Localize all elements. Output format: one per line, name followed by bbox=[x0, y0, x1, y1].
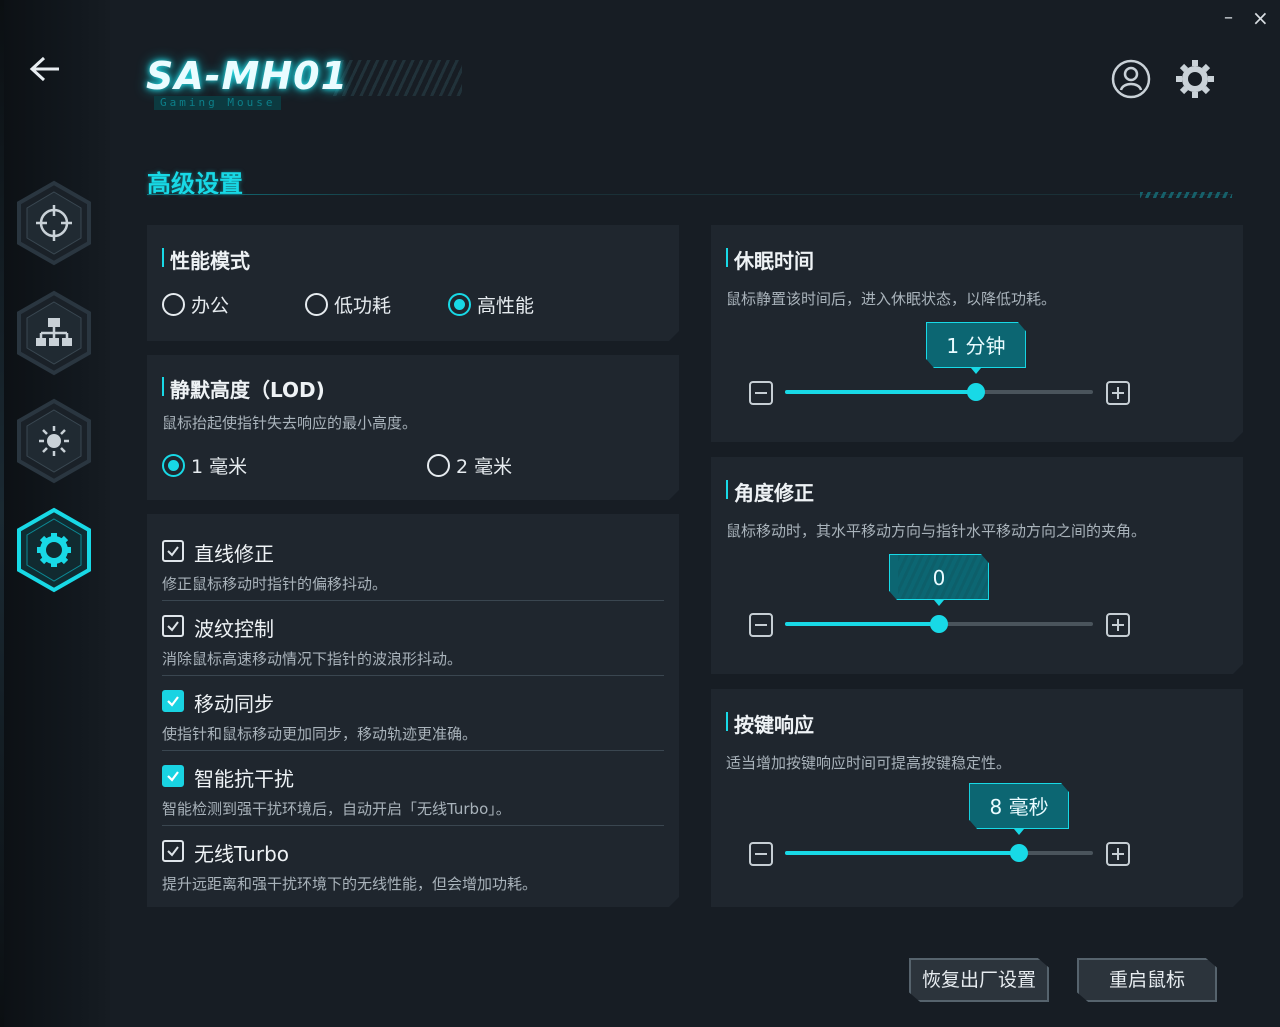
lod-description: 鼠标抬起使指针失去响应的最小高度。 bbox=[162, 414, 418, 432]
user-profile-button[interactable] bbox=[1110, 58, 1152, 100]
brand-title: SA-MH01 bbox=[146, 54, 349, 98]
check-icon bbox=[167, 771, 179, 782]
performance-option-low-power[interactable]: 低功耗 bbox=[305, 291, 391, 317]
sleep-slider[interactable]: 1 分钟 bbox=[785, 322, 1093, 401]
brand-subtitle: Gaming Mouse bbox=[154, 96, 282, 110]
slider-knob[interactable] bbox=[1010, 844, 1029, 862]
key-response-description: 适当增加按键响应时间可提高按键稳定性。 bbox=[726, 754, 1012, 772]
radio-label: 高性能 bbox=[477, 294, 535, 317]
slider-knob[interactable] bbox=[930, 615, 948, 633]
brightness-icon bbox=[17, 398, 91, 484]
toggle-label[interactable]: 智能抗干扰 bbox=[194, 763, 294, 792]
sleep-value-bubble: 1 分钟 bbox=[925, 322, 1026, 368]
title-divider-stripes bbox=[1140, 192, 1232, 198]
key-response-title: 按键响应 bbox=[726, 709, 814, 738]
checkbox[interactable] bbox=[162, 540, 184, 562]
slider-fill bbox=[785, 851, 1020, 855]
bubble-tip bbox=[934, 600, 944, 606]
key-response-decrease-button[interactable] bbox=[749, 842, 773, 866]
title-divider bbox=[147, 194, 1233, 195]
divider bbox=[162, 825, 664, 826]
check-icon bbox=[167, 846, 179, 857]
back-arrow-icon[interactable] bbox=[28, 54, 62, 84]
toggle-label[interactable]: 直线修正 bbox=[194, 538, 274, 567]
radio-icon bbox=[305, 292, 328, 316]
key-response-slider[interactable]: 8 毫秒 bbox=[785, 783, 1093, 862]
toggle-ripple-control: 波纹控制 消除鼠标高速移动情况下指针的波浪形抖动。 bbox=[162, 609, 664, 685]
sidebar bbox=[0, 0, 110, 1027]
angle-decrease-button[interactable] bbox=[749, 613, 773, 637]
performance-mode-card bbox=[147, 225, 679, 341]
key-response-value-bubble: 8 毫秒 bbox=[969, 783, 1070, 829]
settings-button[interactable] bbox=[1174, 58, 1216, 100]
angle-slider[interactable]: 0 bbox=[785, 554, 1093, 633]
performance-mode-title: 性能模式 bbox=[162, 245, 250, 274]
checkbox[interactable] bbox=[162, 615, 184, 637]
radio-icon bbox=[162, 292, 185, 316]
divider bbox=[162, 750, 664, 751]
sleep-increase-button[interactable] bbox=[1106, 381, 1130, 405]
bubble-tip bbox=[1014, 829, 1025, 835]
toggle-line-correction: 直线修正 修正鼠标移动时指针的偏移抖动。 bbox=[162, 534, 664, 610]
radio-icon bbox=[162, 453, 185, 477]
angle-correction-title: 角度修正 bbox=[726, 477, 814, 506]
radio-label: 1 毫米 bbox=[191, 455, 248, 478]
key-response-increase-button[interactable] bbox=[1106, 842, 1130, 866]
toggle-label[interactable]: 波纹控制 bbox=[194, 613, 274, 642]
brand-logo: SA-MH01 Gaming Mouse bbox=[146, 54, 466, 116]
radio-icon bbox=[448, 292, 471, 316]
gear-icon bbox=[1176, 60, 1214, 98]
factory-reset-button[interactable]: 恢复出厂设置 bbox=[909, 958, 1049, 1002]
toggle-description: 提升远距离和强干扰环境下的无线性能，但会增加功耗。 bbox=[162, 875, 538, 893]
radio-icon bbox=[427, 453, 450, 477]
toggle-smart-anti-interference: 智能抗干扰 智能检测到强干扰环境后，自动开启「无线Turbo」。 bbox=[162, 759, 664, 835]
sidebar-item-crosshair[interactable] bbox=[14, 180, 94, 266]
performance-option-high-performance[interactable]: 高性能 bbox=[448, 291, 534, 317]
check-icon bbox=[167, 546, 179, 557]
radio-label: 低功耗 bbox=[334, 294, 392, 317]
toggle-description: 使指针和鼠标移动更加同步，移动轨迹更准确。 bbox=[162, 725, 478, 743]
sidebar-item-advanced-settings[interactable] bbox=[14, 507, 94, 593]
performance-option-office[interactable]: 办公 bbox=[162, 291, 229, 317]
brand-stripes bbox=[332, 60, 462, 96]
slider-fill bbox=[785, 390, 976, 394]
sleep-decrease-button[interactable] bbox=[749, 381, 773, 405]
user-icon bbox=[1111, 59, 1151, 99]
minimize-button[interactable]: – bbox=[1224, 8, 1233, 28]
divider bbox=[162, 675, 664, 676]
slider-knob[interactable] bbox=[966, 383, 985, 401]
sidebar-item-network[interactable] bbox=[14, 290, 94, 376]
angle-correction-description: 鼠标移动时，其水平移动方向与指针水平移动方向之间的夹角。 bbox=[726, 522, 1147, 540]
gear-icon bbox=[17, 507, 91, 593]
slider-fill bbox=[785, 622, 939, 626]
checkbox[interactable] bbox=[162, 840, 184, 862]
check-icon bbox=[167, 621, 179, 632]
angle-increase-button[interactable] bbox=[1106, 613, 1130, 637]
lod-title: 静默高度（LOD) bbox=[162, 374, 325, 403]
sleep-time-title: 休眠时间 bbox=[726, 245, 814, 274]
radio-label: 办公 bbox=[191, 294, 230, 317]
network-icon bbox=[17, 290, 91, 376]
checkbox[interactable] bbox=[162, 765, 184, 787]
checkbox[interactable] bbox=[162, 690, 184, 712]
check-icon bbox=[167, 696, 179, 707]
divider bbox=[162, 600, 664, 601]
toggle-description: 消除鼠标高速移动情况下指针的波浪形抖动。 bbox=[162, 650, 463, 668]
toggle-description: 修正鼠标移动时指针的偏移抖动。 bbox=[162, 575, 388, 593]
toggle-description: 智能检测到强干扰环境后，自动开启「无线Turbo」。 bbox=[162, 800, 511, 818]
angle-value-bubble: 0 bbox=[889, 554, 989, 600]
lod-option-1mm[interactable]: 1 毫米 bbox=[162, 452, 247, 478]
bubble-tip bbox=[970, 368, 981, 374]
close-button[interactable]: × bbox=[1252, 8, 1269, 28]
toggle-motion-sync: 移动同步 使指针和鼠标移动更加同步，移动轨迹更准确。 bbox=[162, 684, 664, 760]
sleep-time-description: 鼠标静置该时间后，进入休眠状态，以降低功耗。 bbox=[726, 290, 1057, 308]
radio-label: 2 毫米 bbox=[456, 455, 513, 478]
toggle-wireless-turbo: 无线Turbo 提升远距离和强干扰环境下的无线性能，但会增加功耗。 bbox=[162, 834, 664, 910]
restart-mouse-button[interactable]: 重启鼠标 bbox=[1077, 958, 1217, 1002]
sidebar-item-brightness[interactable] bbox=[14, 398, 94, 484]
lod-option-2mm[interactable]: 2 毫米 bbox=[427, 452, 512, 478]
crosshair-icon bbox=[17, 180, 91, 266]
toggle-label[interactable]: 无线Turbo bbox=[194, 838, 289, 867]
toggle-label[interactable]: 移动同步 bbox=[194, 688, 274, 717]
